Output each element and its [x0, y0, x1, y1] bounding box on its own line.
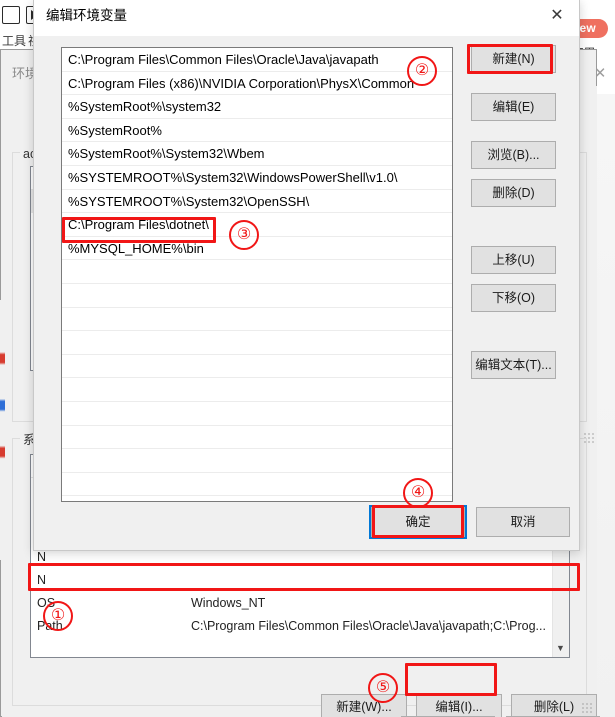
- background-side-strip: [0, 300, 5, 560]
- table-row[interactable]: OS Windows_NT: [31, 593, 569, 616]
- list-item-empty[interactable]: [62, 355, 452, 379]
- move-up-button[interactable]: 上移(U): [471, 246, 556, 274]
- scroll-down-arrow-icon[interactable]: ▼: [553, 640, 568, 657]
- path-entries-listbox[interactable]: C:\Program Files\Common Files\Oracle\Jav…: [61, 47, 453, 502]
- list-item-empty[interactable]: [62, 260, 452, 284]
- browse-entry-button[interactable]: 浏览(B)...: [471, 141, 556, 169]
- list-item-empty[interactable]: [62, 378, 452, 402]
- variable-value: C:\Program Files\Common Files\Oracle\Jav…: [191, 619, 546, 633]
- edit-system-variable-button[interactable]: 编辑(I)...: [416, 694, 502, 717]
- list-item[interactable]: %SystemRoot%\system32: [62, 95, 452, 119]
- variable-name: N: [37, 573, 47, 587]
- document-icon[interactable]: [2, 6, 20, 24]
- variable-value: Windows_NT: [191, 596, 266, 610]
- edit-dialog-cancel-button[interactable]: 取消: [476, 507, 570, 537]
- list-item[interactable]: %SYSTEMROOT%\System32\OpenSSH\: [62, 190, 452, 214]
- screenshot-root: 工具 视图 new 据 使用 ✕ 环境变量 ace 的用户变量 变量 值 C: [0, 0, 615, 717]
- list-item-empty[interactable]: [62, 402, 452, 426]
- variable-name: N: [37, 550, 47, 564]
- list-item-empty[interactable]: [62, 426, 452, 450]
- list-item-empty[interactable]: [62, 449, 452, 473]
- table-row-path[interactable]: Path C:\Program Files\Common Files\Oracl…: [31, 616, 569, 639]
- list-item[interactable]: %SystemRoot%: [62, 119, 452, 143]
- list-item-empty[interactable]: [62, 473, 452, 497]
- move-down-button[interactable]: 下移(O): [471, 284, 556, 312]
- list-item-empty[interactable]: [62, 331, 452, 355]
- edit-dialog-ok-button[interactable]: 确定: [369, 505, 467, 539]
- list-item[interactable]: C:\Program Files\Common Files\Oracle\Jav…: [62, 48, 452, 72]
- edit-text-button[interactable]: 编辑文本(T)...: [471, 351, 556, 379]
- table-row[interactable]: N: [31, 570, 569, 593]
- list-item[interactable]: %SystemRoot%\System32\Wbem: [62, 142, 452, 166]
- new-system-variable-button[interactable]: 新建(W)...: [321, 694, 407, 717]
- list-item-empty[interactable]: [62, 308, 452, 332]
- menu-item-tools[interactable]: 工具: [2, 32, 26, 49]
- list-item[interactable]: %SYSTEMROOT%\System32\WindowsPowerShell\…: [62, 166, 452, 190]
- edit-environment-variable-dialog: 编辑环境变量 ✕ C:\Program Files\Common Files\O…: [33, 0, 580, 551]
- edit-dialog-surface: C:\Program Files\Common Files\Oracle\Jav…: [34, 36, 579, 550]
- new-entry-button[interactable]: 新建(N): [471, 45, 556, 73]
- edit-dialog-title: 编辑环境变量: [46, 8, 127, 23]
- delete-entry-button[interactable]: 删除(D): [471, 179, 556, 207]
- list-item[interactable]: C:\Program Files (x86)\NVIDIA Corporatio…: [62, 72, 452, 96]
- variable-name: OS: [37, 596, 56, 610]
- list-item-mysql-home[interactable]: %MYSQL_HOME%\bin: [62, 237, 452, 261]
- list-item-empty[interactable]: [62, 284, 452, 308]
- edit-entry-button[interactable]: 编辑(E): [471, 93, 556, 121]
- variable-name: Path: [37, 619, 63, 633]
- window-resize-grip-icon[interactable]: [581, 702, 593, 714]
- edit-dialog-titlebar: 编辑环境变量 ✕: [34, 0, 579, 36]
- list-item[interactable]: C:\Program Files\dotnet\: [62, 213, 452, 237]
- close-icon[interactable]: ✕: [535, 0, 579, 29]
